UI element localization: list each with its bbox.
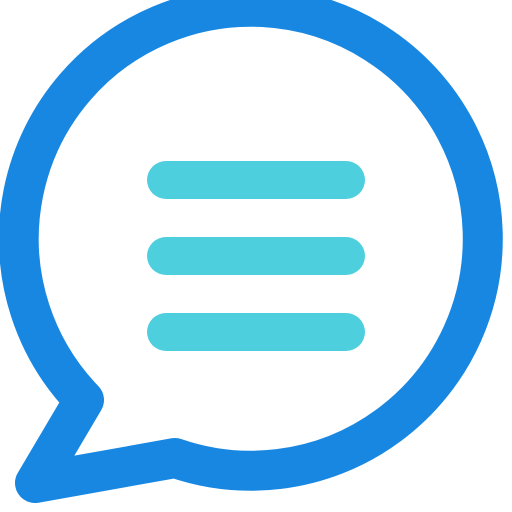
chat-bubble-icon xyxy=(0,0,503,503)
chat-icon-canvas xyxy=(0,0,512,512)
